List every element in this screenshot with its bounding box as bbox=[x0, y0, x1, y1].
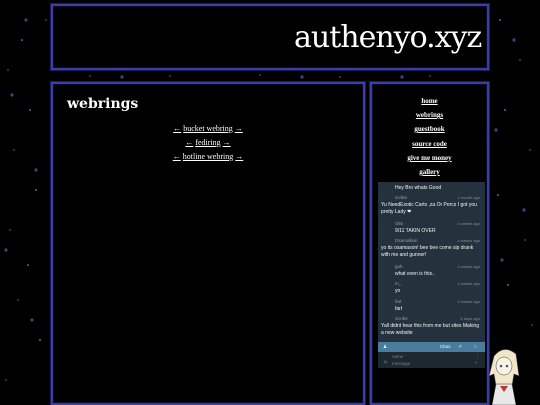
settings-icon[interactable]: ○ bbox=[474, 344, 477, 349]
webring-prev-link[interactable]: ← bbox=[185, 138, 193, 147]
chat-message-text: what even is this.. bbox=[395, 271, 435, 277]
chat-message-text: 9/11 TAKIN OVER bbox=[395, 228, 436, 234]
nav-link-guestbook[interactable]: guestbook bbox=[372, 125, 487, 133]
webring-next-link[interactable]: → bbox=[235, 124, 243, 133]
popout-icon[interactable]: ↗ bbox=[458, 344, 462, 350]
webring-prev-link[interactable]: ← bbox=[173, 152, 181, 161]
chat-message-time: 4 weeks ago bbox=[457, 281, 480, 286]
webring-prev-link[interactable]: ← bbox=[173, 124, 181, 133]
webring-row-fediring: ← fediring → bbox=[53, 138, 363, 147]
send-icon[interactable]: › bbox=[475, 360, 477, 366]
page-title: webrings bbox=[67, 96, 139, 112]
chat-message-author: scribe bbox=[395, 195, 408, 200]
chat-message-text: yo bbox=[395, 288, 401, 294]
chat-message-time: 4 weeks ago bbox=[457, 238, 480, 243]
main-panel: webrings ← bucket webring → ← fediring →… bbox=[51, 82, 365, 405]
emoji-icon[interactable]: ☺ bbox=[383, 359, 388, 365]
webring-name-link[interactable]: fediring bbox=[195, 138, 220, 147]
chat-message-field[interactable]: message bbox=[392, 361, 410, 366]
chat-message-time: 5 days ago bbox=[460, 316, 480, 321]
user-icon[interactable]: ♟ bbox=[383, 344, 387, 350]
webring-next-link[interactable]: → bbox=[235, 152, 243, 161]
nav-link-home[interactable]: home bbox=[372, 97, 487, 105]
chat-message-time: 1 month ago bbox=[457, 195, 480, 200]
chat-widget: Hey Bro whats Good scribe 1 month ago Yu… bbox=[378, 182, 485, 368]
chat-message-text: Hey Bro whats Good bbox=[395, 185, 442, 191]
dropdown-icon[interactable]: ⋮ bbox=[475, 353, 480, 359]
chat-message-text: yo its osamason! bee bee come sip drank … bbox=[381, 245, 474, 258]
chat-message-author: guh bbox=[395, 264, 403, 269]
chat-message-time: 4 weeks ago bbox=[457, 221, 480, 226]
nav-link-webrings[interactable]: webrings bbox=[372, 111, 487, 119]
webring-row-hotline: ← hotline webring → bbox=[53, 152, 363, 161]
chat-message-time: 4 weeks ago bbox=[457, 264, 480, 269]
chat-message-author: fart bbox=[395, 299, 402, 304]
chat-name-field[interactable]: name bbox=[392, 354, 403, 359]
nav-link-gallery[interactable]: gallery bbox=[372, 168, 487, 176]
site-logo[interactable]: authenyo.xyz bbox=[294, 20, 482, 58]
chat-message-time: 3 weeks ago bbox=[457, 299, 480, 304]
chat-message-author: Olm bbox=[395, 221, 404, 226]
webring-row-bucket: ← bucket webring → bbox=[53, 124, 363, 133]
nav-link-source-code[interactable]: source code bbox=[372, 140, 487, 148]
chat-brand[interactable]: Cbox bbox=[440, 344, 451, 349]
nav-link-give-me-money[interactable]: give me money bbox=[372, 154, 487, 162]
chat-message-text: Yu NeedExotic Carts ,za Or Percs I got y… bbox=[381, 202, 477, 215]
chat-message-author: Osamallion bbox=[395, 238, 418, 243]
webring-name-link[interactable]: bucket webring bbox=[183, 124, 233, 133]
chat-message-text: fart bbox=[395, 306, 403, 312]
chat-toolbar: ♟ Cbox ↗ ○ bbox=[378, 342, 485, 352]
chat-message-author: Scribe bbox=[395, 316, 408, 321]
webring-next-link[interactable]: → bbox=[223, 138, 231, 147]
chat-message-text: Yall didnt hear this from me but sites M… bbox=[381, 323, 480, 336]
webring-name-link[interactable]: hotline webring bbox=[183, 152, 233, 161]
header-panel: authenyo.xyz bbox=[51, 4, 489, 70]
sidebar-panel: home webrings guestbook source code give… bbox=[370, 82, 489, 405]
chat-message-author: m_ bbox=[395, 281, 402, 286]
chat-input-area: name message ☺ ⋮ › bbox=[378, 352, 485, 368]
anime-girl-image bbox=[488, 349, 520, 405]
